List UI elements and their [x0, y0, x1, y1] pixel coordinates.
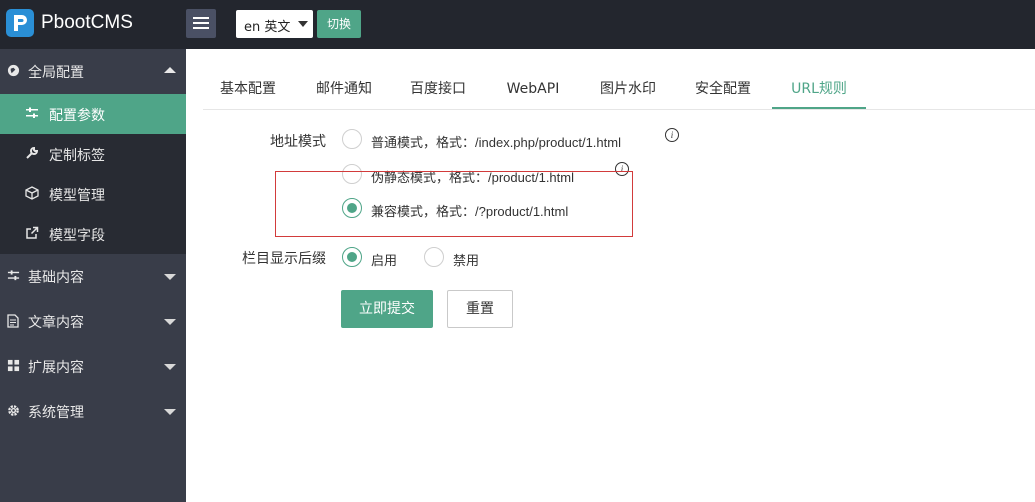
tab-basic-config[interactable]: 基本配置 [203, 70, 293, 109]
sliders-icon [6, 269, 20, 283]
sidebar-item-label: 定制标签 [49, 148, 105, 164]
url-mode-label: 地址模式 [270, 134, 326, 150]
radio-label: 禁用 [453, 253, 480, 268]
sidebar-item-label: 模型字段 [49, 228, 105, 244]
sidebar-item-label: 配置参数 [49, 108, 105, 124]
reset-button[interactable]: 重置 [447, 290, 513, 328]
sidebar-group-basic-content[interactable]: 基础内容 [0, 254, 186, 299]
sidebar-item-custom-tags[interactable]: 定制标签 [0, 134, 186, 174]
radio-url-mode-normal[interactable] [342, 129, 362, 149]
sliders-icon [24, 106, 40, 122]
gear-icon [6, 404, 20, 418]
radio-label: 普通模式，格式：/index.php/product/1.html [371, 135, 621, 150]
tab-image-watermark[interactable]: 图片水印 [586, 70, 670, 109]
puzzle-icon [6, 359, 20, 373]
highlight-annotation-box [275, 171, 633, 237]
sidebar: 全局配置 配置参数 定制标签 模型管理 模型字段 基础内容 文章内容 扩展内容 … [0, 49, 186, 502]
info-icon[interactable]: i [665, 128, 679, 142]
sidebar-group-extended-content[interactable]: 扩展内容 [0, 344, 186, 389]
document-icon [6, 314, 20, 328]
radio-suffix-enable[interactable] [342, 247, 362, 267]
menu-toggle-button[interactable] [186, 9, 216, 38]
chevron-down-icon [164, 274, 176, 280]
hamburger-icon [193, 17, 209, 19]
sidebar-group-label: 基础内容 [28, 270, 84, 286]
top-header: PbootCMS en 英文 切换 [0, 0, 1035, 49]
wrench-icon [24, 146, 40, 162]
sidebar-group-label: 全局配置 [28, 65, 84, 81]
language-select[interactable]: en 英文 [236, 10, 313, 38]
tab-email-notification[interactable]: 邮件通知 [302, 70, 386, 109]
brand-title: PbootCMS [41, 12, 133, 33]
chevron-down-icon [164, 319, 176, 325]
sidebar-group-label: 系统管理 [28, 405, 84, 421]
chevron-up-icon [164, 67, 176, 73]
logo-icon [6, 9, 34, 37]
external-link-icon [24, 226, 40, 242]
suffix-label: 栏目显示后缀 [242, 251, 326, 267]
sidebar-item-model-management[interactable]: 模型管理 [0, 174, 186, 214]
radio-suffix-disable[interactable] [424, 247, 444, 267]
sidebar-item-config-params[interactable]: 配置参数 [0, 94, 186, 134]
settings-tabs: 基本配置 邮件通知 百度接口 WebAPI 图片水印 安全配置 URL规则 [203, 70, 1035, 110]
sidebar-group-global-config[interactable]: 全局配置 [0, 49, 186, 94]
tab-webapi[interactable]: WebAPI [491, 70, 575, 109]
sidebar-group-system-management[interactable]: 系统管理 [0, 389, 186, 434]
chevron-down-icon [164, 364, 176, 370]
sidebar-item-label: 模型管理 [49, 188, 105, 204]
cube-icon [24, 186, 40, 202]
radio-label: 启用 [371, 253, 398, 268]
chevron-down-icon [298, 21, 308, 27]
chevron-down-icon [164, 409, 176, 415]
sidebar-group-article-content[interactable]: 文章内容 [0, 299, 186, 344]
sidebar-group-label: 扩展内容 [28, 360, 84, 376]
sidebar-group-label: 文章内容 [28, 315, 84, 331]
language-select-value: en 英文 [244, 20, 291, 35]
sidebar-item-model-fields[interactable]: 模型字段 [0, 214, 186, 254]
tab-url-rules[interactable]: URL规则 [772, 70, 866, 109]
submit-button[interactable]: 立即提交 [341, 290, 433, 328]
switch-language-button[interactable]: 切换 [317, 10, 361, 38]
tab-baidu-api[interactable]: 百度接口 [396, 70, 480, 109]
globe-icon [6, 64, 20, 78]
tab-security-config[interactable]: 安全配置 [681, 70, 765, 109]
